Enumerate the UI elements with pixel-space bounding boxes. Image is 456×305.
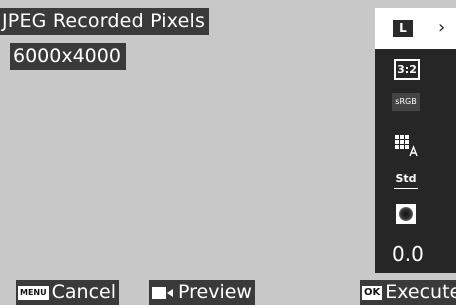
preview-label: Preview bbox=[178, 281, 252, 303]
color-space-icon[interactable]: sRGB bbox=[392, 93, 420, 111]
image-tone-icon[interactable]: Std bbox=[394, 170, 418, 189]
image-quality-grid-icon[interactable] bbox=[395, 135, 419, 157]
vignette-dot-icon[interactable] bbox=[396, 204, 416, 224]
cancel-button[interactable]: MENU Cancel bbox=[16, 280, 119, 305]
ok-key-icon: OK bbox=[362, 285, 383, 300]
resolution-value: 6000x4000 bbox=[10, 43, 126, 70]
settings-sidebar: L › 3:2 sRGB Std 0.0 bbox=[375, 8, 456, 273]
chevron-right-icon[interactable]: › bbox=[438, 16, 445, 40]
cancel-label: Cancel bbox=[51, 281, 116, 303]
execute-label: Execute bbox=[385, 281, 456, 303]
preview-button[interactable]: Preview bbox=[149, 280, 255, 305]
size-l-badge: L bbox=[393, 20, 413, 37]
camera-record-icon bbox=[152, 286, 174, 300]
aspect-ratio-icon[interactable]: 3:2 bbox=[394, 59, 420, 80]
exposure-comp-value[interactable]: 0.0 bbox=[392, 240, 424, 268]
menu-key-icon: MENU bbox=[18, 285, 49, 300]
screen-title: JPEG Recorded Pixels bbox=[0, 8, 210, 35]
size-option-selected[interactable]: L › bbox=[375, 8, 456, 49]
execute-button[interactable]: OK Execute bbox=[360, 280, 456, 305]
vignette-dot-core bbox=[399, 207, 413, 221]
